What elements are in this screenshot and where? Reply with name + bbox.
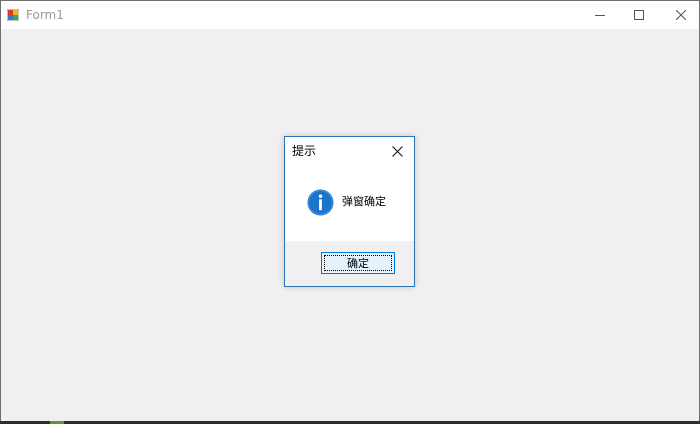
message-box: 提示 弹窗确定 确定 [284, 136, 415, 287]
close-button[interactable] [658, 1, 700, 29]
maximize-icon [634, 10, 644, 20]
dialog-title: 提示 [292, 144, 317, 158]
window-title: Form1 [26, 8, 64, 22]
minimize-icon [595, 15, 605, 16]
dialog-footer: 确定 [285, 241, 414, 286]
maximize-button[interactable] [616, 1, 662, 29]
close-icon [676, 10, 686, 20]
ok-button[interactable]: 确定 [321, 252, 395, 274]
info-icon [307, 189, 334, 216]
close-icon [391, 145, 403, 157]
app-icon [7, 9, 19, 21]
dialog-message: 弹窗确定 [342, 195, 386, 208]
dialog-close-button[interactable] [389, 143, 405, 159]
title-bar[interactable]: Form1 [1, 1, 699, 29]
